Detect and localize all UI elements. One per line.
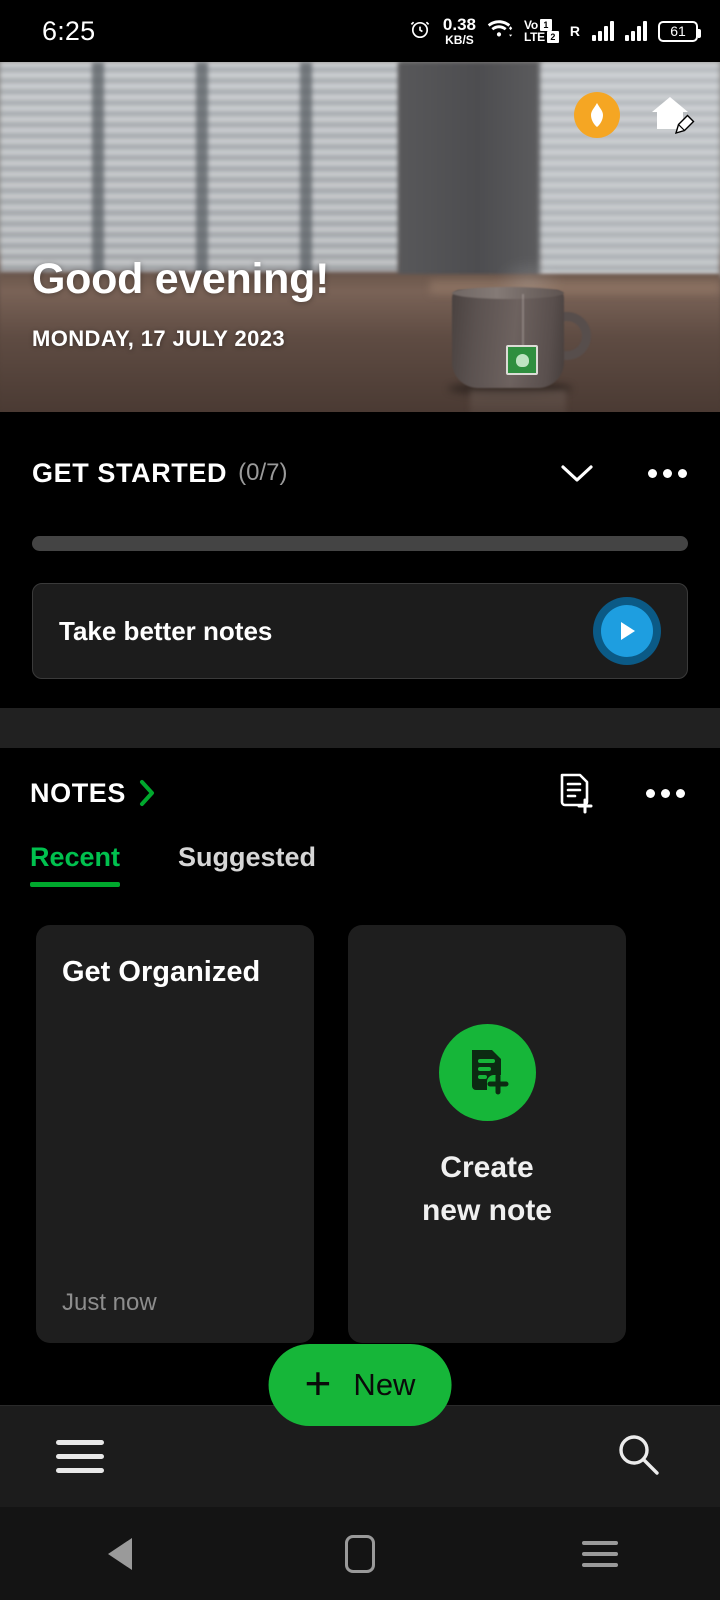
recent-apps-icon[interactable] bbox=[540, 1519, 660, 1589]
get-started-actions bbox=[554, 450, 690, 496]
create-new-note-card[interactable]: Create new note bbox=[348, 925, 626, 1343]
network-speed-unit: KB/S bbox=[445, 33, 474, 47]
notes-actions bbox=[552, 770, 688, 816]
android-navigation-bar bbox=[0, 1507, 720, 1600]
get-started-title: GET STARTED bbox=[32, 457, 228, 488]
play-icon bbox=[601, 605, 653, 657]
note-card-timestamp: Just now bbox=[62, 1289, 157, 1316]
signal-strength-sim1-icon bbox=[592, 21, 614, 41]
task-label: Take better notes bbox=[59, 615, 273, 646]
greeting-block: Good evening! MONDAY, 17 JULY 2023 bbox=[32, 255, 329, 352]
more-options-icon[interactable] bbox=[644, 450, 690, 496]
note-card[interactable]: Get Organized Just now bbox=[36, 925, 314, 1343]
get-started-progress-bar bbox=[32, 536, 688, 551]
window-mullion bbox=[300, 62, 312, 277]
tab-recent[interactable]: Recent bbox=[30, 842, 121, 887]
window-mullion bbox=[92, 62, 104, 277]
battery-level-text: 61 bbox=[670, 23, 686, 39]
create-label-line2: new note bbox=[421, 1193, 552, 1227]
roaming-indicator: R bbox=[569, 23, 580, 39]
create-label-line1: Create bbox=[440, 1150, 534, 1184]
notes-section: NOTES Recent Suggested Get Organized Jus… bbox=[0, 748, 720, 1405]
status-bar-icons: 0.38 KB/S Vo 1 LTE 2 R 61 bbox=[408, 16, 701, 46]
battery-indicator: 61 bbox=[658, 20, 701, 42]
wifi-icon bbox=[487, 18, 513, 45]
note-add-icon[interactable] bbox=[552, 770, 598, 816]
play-button[interactable] bbox=[593, 597, 661, 665]
status-bar-clock: 6:25 bbox=[42, 15, 96, 46]
search-icon[interactable] bbox=[612, 1428, 664, 1485]
alarm-clock-icon bbox=[408, 17, 432, 46]
signal-strength-sim2-icon bbox=[625, 21, 647, 41]
notes-tabs: Recent Suggested bbox=[0, 816, 720, 887]
volte-dual-sim-icon: Vo 1 LTE 2 bbox=[524, 19, 559, 43]
hero-action-icons bbox=[574, 92, 696, 138]
network-speed-indicator: 0.38 KB/S bbox=[443, 16, 476, 46]
mug-rim bbox=[452, 287, 564, 299]
home-pencil-icon[interactable] bbox=[648, 93, 696, 137]
create-new-note-label: Create new note bbox=[422, 1147, 552, 1232]
get-started-header: GET STARTED (0/7) bbox=[0, 412, 720, 496]
section-divider bbox=[0, 708, 720, 748]
new-note-fab[interactable]: + New bbox=[268, 1344, 452, 1426]
sim2-badge: 2 bbox=[546, 31, 559, 43]
hero-banner: Good evening! MONDAY, 17 JULY 2023 bbox=[0, 62, 720, 412]
status-bar: 6:25 0.38 KB/S Vo 1 LTE 2 R 61 bbox=[0, 0, 720, 62]
get-started-section: GET STARTED (0/7) Take better notes bbox=[0, 412, 720, 708]
room-pillar bbox=[398, 62, 543, 280]
spark-diamond-icon[interactable] bbox=[574, 92, 620, 138]
app-screen: 6:25 0.38 KB/S Vo 1 LTE 2 R 61 Good even… bbox=[0, 0, 720, 1600]
note-add-circle-icon bbox=[438, 1023, 536, 1121]
notes-title[interactable]: NOTES bbox=[30, 778, 126, 809]
notes-header: NOTES bbox=[0, 748, 720, 816]
greeting-title: Good evening! bbox=[32, 255, 330, 303]
get-started-task-card[interactable]: Take better notes bbox=[32, 583, 688, 679]
chevron-right-icon[interactable] bbox=[136, 777, 158, 809]
new-note-fab-label: New bbox=[353, 1367, 416, 1402]
back-triangle-icon[interactable] bbox=[60, 1519, 180, 1589]
chevron-down-icon[interactable] bbox=[554, 450, 600, 496]
greeting-date: MONDAY, 17 JULY 2023 bbox=[32, 326, 285, 351]
volte-label-bottom: LTE bbox=[524, 30, 545, 44]
get-started-progress-count: (0/7) bbox=[238, 459, 288, 486]
more-options-icon[interactable] bbox=[642, 770, 688, 816]
mug-reflection bbox=[470, 390, 566, 412]
notes-card-list: Get Organized Just now Create new note bbox=[0, 887, 720, 1343]
tab-suggested[interactable]: Suggested bbox=[178, 842, 316, 887]
home-square-icon[interactable] bbox=[300, 1519, 420, 1589]
evernote-teabag-tag-icon bbox=[506, 345, 538, 375]
plus-icon: + bbox=[304, 1357, 332, 1409]
window-mullion bbox=[196, 62, 208, 277]
network-speed-value: 0.38 bbox=[442, 15, 476, 34]
note-card-title: Get Organized bbox=[62, 956, 261, 988]
hamburger-menu-icon[interactable] bbox=[56, 1440, 104, 1473]
